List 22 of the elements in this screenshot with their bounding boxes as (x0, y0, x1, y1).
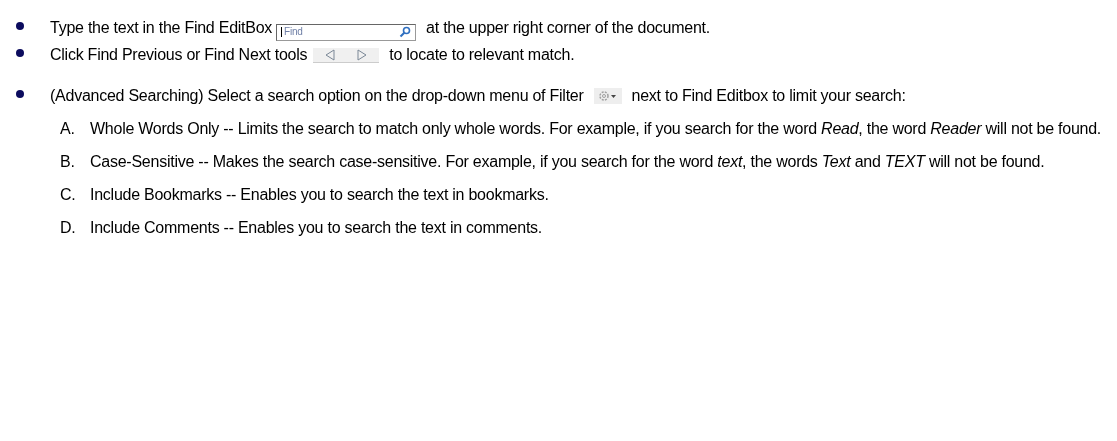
instruction-text: Click Find Previous or Find Next tools (50, 46, 308, 63)
option-description: Include Bookmarks -- Enables you to search the text in bookmarks. (90, 185, 549, 205)
option-description: Case-Sensitive -- Makes the search case-sensitive. For example, if you search for the word text, the words Text and TEXT will not be found. (90, 152, 1045, 172)
option-description: Include Comments -- Enables you to search the text in comments. (90, 218, 542, 238)
instruction-text: next to Find Editbox to limit your search: (631, 87, 906, 104)
instruction-text: (Advanced Searching) Select a search option on the drop-down menu of Filter (50, 87, 584, 104)
search-icon (399, 26, 412, 38)
list-letter: D. (60, 218, 77, 238)
list-letter: B. (60, 152, 76, 172)
bullet-icon (16, 22, 24, 30)
list-letter: A. (60, 119, 76, 139)
option-description: Whole Words Only -- Limits the search to match only whole words. For example, if you search for the word Read, the word Reader will not be found. (90, 119, 1102, 139)
bullet-icon (16, 49, 24, 57)
bullet-icon (16, 90, 24, 98)
next-icon[interactable] (357, 49, 368, 61)
instruction-text: at the upper right corner of the document. (426, 19, 710, 36)
filter-button[interactable] (593, 88, 622, 104)
previous-icon[interactable] (325, 49, 336, 61)
instruction-text: Type the text in the Find EditBox (50, 19, 273, 36)
find-field[interactable]: Find (276, 23, 417, 41)
instruction-text: to locate to relevant match. (389, 46, 575, 63)
list-letter: C. (60, 185, 77, 205)
